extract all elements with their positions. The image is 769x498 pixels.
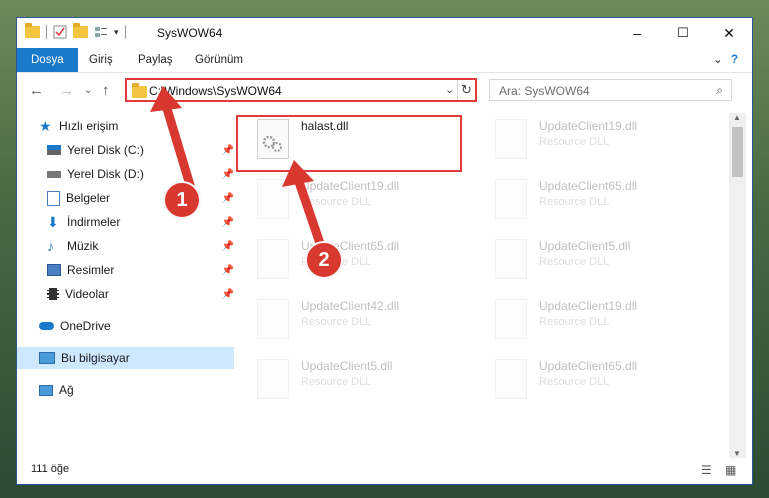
ribbon-tabs: Dosya Giriş Paylaş Görünüm ⌄ ? xyxy=(17,48,752,73)
dll-file-icon xyxy=(495,179,527,219)
dll-file-icon xyxy=(495,119,527,159)
documents-icon xyxy=(47,190,60,206)
nav-item-videos[interactable]: Videolar 📌 xyxy=(17,283,242,305)
file-item[interactable]: UpdateClient19.dll Resource DLL xyxy=(473,115,693,165)
dll-file-icon xyxy=(257,359,289,399)
folder-icon xyxy=(132,83,147,98)
tab-file[interactable]: Dosya xyxy=(17,48,78,72)
file-item[interactable]: UpdateClient65.dll Resource DLL xyxy=(235,235,455,285)
large-icons-view-icon[interactable]: ▦ xyxy=(725,463,736,477)
recent-locations-icon[interactable]: ⌄ xyxy=(84,85,92,96)
file-item[interactable]: UpdateClient42.dll Resource DLL xyxy=(235,295,455,345)
nav-network[interactable]: Ağ xyxy=(17,379,234,401)
nav-item-downloads[interactable]: ⬇ İndirmeler 📌 xyxy=(17,211,242,233)
file-item[interactable]: UpdateClient5.dll Resource DLL xyxy=(235,355,455,405)
nav-onedrive[interactable]: OneDrive xyxy=(17,315,234,337)
search-placeholder: Ara: SysWOW64 xyxy=(499,84,590,98)
file-item[interactable]: UpdateClient19.dll Resource DLL xyxy=(235,175,455,225)
nav-quick-access[interactable]: ★ Hızlı erişim xyxy=(17,115,234,137)
dll-file-icon xyxy=(495,239,527,279)
minimize-button[interactable]: – xyxy=(614,18,660,48)
nav-this-pc[interactable]: Bu bilgisayar xyxy=(17,347,234,369)
download-icon: ⬇ xyxy=(47,214,59,230)
search-input[interactable]: Ara: SysWOW64 ⌕ xyxy=(489,79,732,101)
dll-file-icon xyxy=(495,299,527,339)
file-item[interactable]: UpdateClient19.dll Resource DLL xyxy=(473,295,693,345)
videos-icon xyxy=(47,288,59,300)
nav-item-documents[interactable]: Belgeler 📌 xyxy=(17,187,242,209)
dll-file-icon xyxy=(257,299,289,339)
tab-view[interactable]: Görünüm xyxy=(195,48,243,72)
ribbon-expand-icon[interactable]: ⌄ xyxy=(713,48,723,72)
address-path: C:\Windows\SysWOW64 xyxy=(149,84,282,98)
window-title: SysWOW64 xyxy=(157,26,223,40)
back-icon[interactable]: ← xyxy=(29,82,44,99)
file-item[interactable]: UpdateClient65.dll Resource DLL xyxy=(473,175,693,225)
item-count: 111 öğe xyxy=(31,463,70,475)
scroll-up-icon[interactable]: ▲ xyxy=(733,113,741,122)
navigation-pane: ★ Hızlı erişim Yerel Disk (C:) 📌 Yerel D… xyxy=(17,113,234,458)
forward-icon[interactable]: → xyxy=(59,82,74,99)
file-item[interactable]: UpdateClient65.dll Resource DLL xyxy=(473,355,693,405)
dll-file-icon xyxy=(257,239,289,279)
address-bar[interactable]: C:\Windows\SysWOW64 ⌄ ↻ xyxy=(125,78,477,102)
maximize-button[interactable]: ☐ xyxy=(660,18,706,48)
address-row: ← → ⌄ ↑ C:\Windows\SysWOW64 ⌄ ↻ Ara: Sys… xyxy=(17,73,752,107)
nav-item-pictures[interactable]: Resimler 📌 xyxy=(17,259,242,281)
file-highlight-box xyxy=(236,115,462,172)
close-button[interactable]: ✕ xyxy=(706,18,752,48)
drive-icon xyxy=(47,170,61,178)
network-icon xyxy=(39,384,53,396)
step-badge-2: 2 xyxy=(305,241,343,279)
title-bar: ▾ SysWOW64 – ☐ ✕ xyxy=(17,18,752,48)
music-icon: ♪ xyxy=(47,238,54,254)
status-bar: 111 öğe ☰ ▦ xyxy=(17,458,752,482)
computer-icon xyxy=(39,352,55,364)
vertical-scrollbar[interactable]: ▲ ▼ xyxy=(729,113,746,458)
help-icon[interactable]: ? xyxy=(731,48,738,72)
nav-item-music[interactable]: ♪ Müzik 📌 xyxy=(17,235,242,257)
dll-file-icon xyxy=(257,179,289,219)
dll-file-icon xyxy=(495,359,527,399)
explorer-window: ▾ SysWOW64 – ☐ ✕ Dosya Giriş Paylaş Görü… xyxy=(17,18,752,484)
cloud-icon xyxy=(39,322,54,330)
view-options-icon[interactable] xyxy=(94,25,108,39)
search-icon: ⌕ xyxy=(716,83,723,97)
folder-icon xyxy=(25,23,40,38)
nav-item-disk-d[interactable]: Yerel Disk (D:) 📌 xyxy=(17,163,242,185)
file-item[interactable]: UpdateClient5.dll Resource DLL xyxy=(473,235,693,285)
tab-share[interactable]: Paylaş xyxy=(138,48,173,72)
star-icon: ★ xyxy=(39,118,52,134)
nav-item-disk-c[interactable]: Yerel Disk (C:) 📌 xyxy=(17,139,242,161)
customize-toolbar-icon[interactable]: ▾ xyxy=(114,27,119,38)
scrollbar-thumb[interactable] xyxy=(732,127,743,177)
properties-icon[interactable] xyxy=(53,25,67,39)
pictures-icon xyxy=(47,264,61,276)
step-badge-1: 1 xyxy=(163,181,201,219)
new-folder-icon[interactable] xyxy=(73,23,88,38)
details-view-icon[interactable]: ☰ xyxy=(701,463,712,477)
up-icon[interactable]: ↑ xyxy=(102,82,110,99)
scroll-down-icon[interactable]: ▼ xyxy=(733,449,741,458)
address-dropdown-icon[interactable]: ⌄ xyxy=(445,83,454,96)
refresh-icon[interactable]: ↻ xyxy=(461,82,472,98)
drive-icon xyxy=(47,145,61,155)
tab-home[interactable]: Giriş xyxy=(89,48,113,72)
